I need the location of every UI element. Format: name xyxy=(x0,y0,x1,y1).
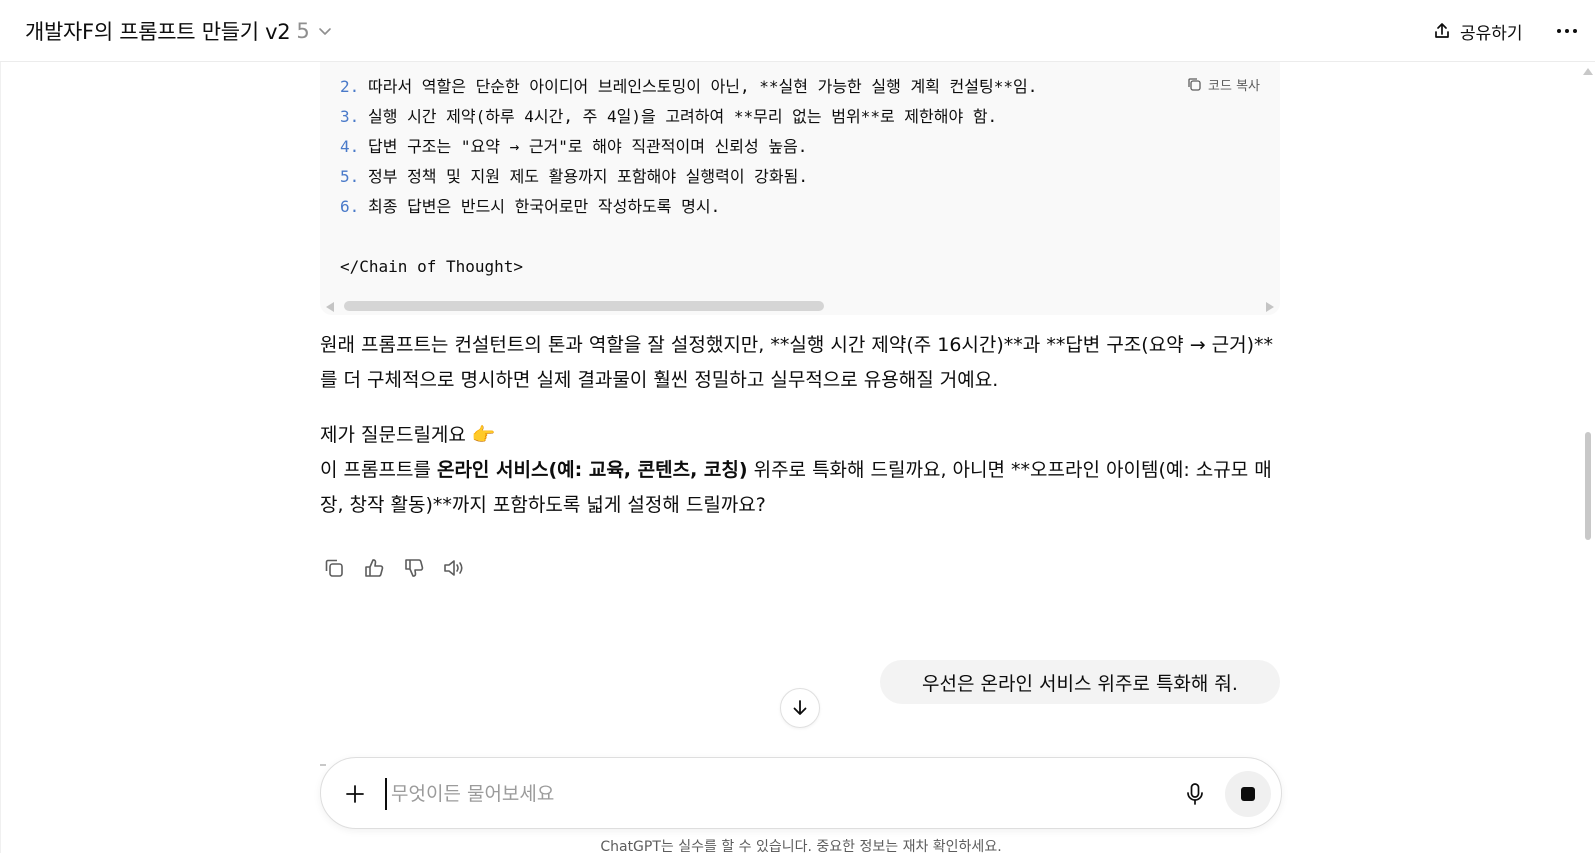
copy-message-button[interactable] xyxy=(320,554,348,582)
copy-code-button[interactable]: 코드 복사 xyxy=(1187,74,1260,94)
composer xyxy=(320,757,1282,829)
scroll-up-arrow-icon[interactable] xyxy=(1583,68,1593,75)
chevron-down-icon xyxy=(318,28,331,35)
stop-icon xyxy=(1241,787,1255,801)
more-horizontal-icon xyxy=(1557,29,1577,33)
user-message: 우선은 온라인 서비스 위주로 특화해 줘. xyxy=(880,660,1280,704)
dictate-button[interactable] xyxy=(1179,778,1211,810)
share-icon xyxy=(1435,23,1449,38)
disclaimer: ChatGPT는 실수를 할 수 있습니다. 중요한 정보는 재차 확인하세요. xyxy=(600,839,1002,855)
conversation-title: 개발자F의 프롬프트 만들기 v2 xyxy=(25,20,291,44)
sidebar-edge xyxy=(0,62,1,853)
share-button[interactable]: 공유하기 xyxy=(1424,14,1531,48)
thumbs-up-button[interactable] xyxy=(360,554,388,582)
code-line: 4. 답변 구조는 "요약 → 근거"로 해야 직관적이며 신뢰성 높음. xyxy=(340,137,808,156)
copy-icon xyxy=(325,559,343,577)
copy-icon xyxy=(1188,77,1201,91)
add-attachment-button[interactable] xyxy=(337,776,373,812)
top-bar: 개발자F의 프롬프트 만들기 v2 5 공유하기 xyxy=(0,0,1595,62)
page-scroll-thumb[interactable] xyxy=(1585,432,1591,540)
scroll-right-arrow-icon[interactable] xyxy=(1266,302,1274,312)
code-content: 2. 따라서 역할은 단순한 아이디어 브레인스토밍이 아닌, **실현 가능한 … xyxy=(340,72,1037,282)
message-actions xyxy=(320,553,468,583)
more-options-button[interactable] xyxy=(1550,14,1584,48)
version-count: 5 xyxy=(296,19,310,43)
copy-code-label: 코드 복사 xyxy=(1208,78,1260,94)
plus-icon xyxy=(346,785,364,803)
thumbs-down-icon xyxy=(405,559,424,577)
code-block: 코드 복사 2. 따라서 역할은 단순한 아이디어 브레인스토밍이 아닌, **실… xyxy=(320,58,1280,315)
assistant-question: 제가 질문드릴게요 👉 이 프롬프트를 온라인 서비스(예: 교육, 콘텐츠, … xyxy=(320,418,1280,523)
prompt-input[interactable] xyxy=(385,778,1085,810)
code-scroll-thumb[interactable] xyxy=(344,301,824,311)
assistant-question-body: 이 프롬프트를 온라인 서비스(예: 교육, 콘텐츠, 코칭) 위주로 특화해 … xyxy=(320,459,1272,516)
assistant-question-intro: 제가 질문드릴게요 👉 xyxy=(320,424,496,446)
code-horizontal-scrollbar[interactable] xyxy=(320,297,1280,315)
code-closing-tag: </Chain of Thought> xyxy=(340,257,524,276)
thumbs-up-icon xyxy=(365,559,384,577)
conversation-title-menu[interactable]: 개발자F의 프롬프트 만들기 v2 5 xyxy=(25,16,332,46)
code-line: 3. 실행 시간 제약(하루 4시간, 주 4일)을 고려하여 **무리 없는 범… xyxy=(340,107,998,126)
arrow-down-icon xyxy=(793,700,807,715)
speaker-icon xyxy=(444,560,463,576)
divider xyxy=(320,764,326,766)
stop-generating-button[interactable] xyxy=(1225,771,1271,817)
scroll-to-bottom-button[interactable] xyxy=(780,688,820,728)
read-aloud-button[interactable] xyxy=(440,554,468,582)
assistant-paragraph: 원래 프롬프트는 컨설턴트의 톤과 역할을 잘 설정했지만, **실행 시간 제… xyxy=(320,334,1274,391)
share-label: 공유하기 xyxy=(1460,23,1523,44)
code-line: 5. 정부 정책 및 지원 제도 활용까지 포함해야 실행력이 강화됨. xyxy=(340,167,808,186)
scroll-left-arrow-icon[interactable] xyxy=(326,302,334,312)
code-line: 2. 따라서 역할은 단순한 아이디어 브레인스토밍이 아닌, **실현 가능한 … xyxy=(340,77,1038,96)
mic-icon xyxy=(1187,783,1203,805)
code-line: 6. 최종 답변은 반드시 한국어로만 작성하도록 명시. xyxy=(340,197,721,216)
thumbs-down-button[interactable] xyxy=(400,554,428,582)
page-scrollbar[interactable] xyxy=(1583,68,1593,853)
